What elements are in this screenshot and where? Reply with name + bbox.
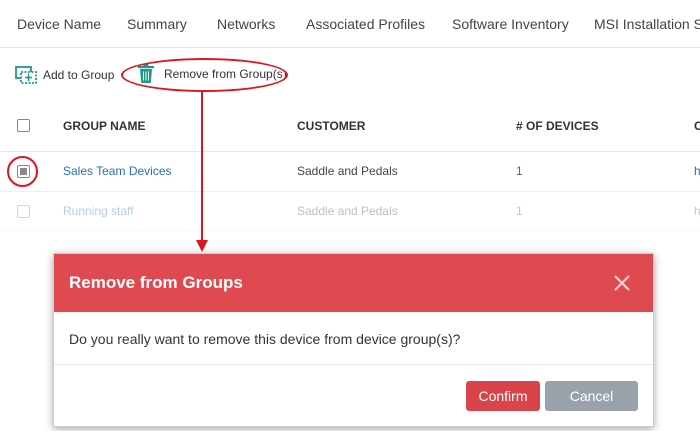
dialog-title: Remove from Groups bbox=[69, 273, 243, 292]
dialog-message: Do you really want to remove this device… bbox=[69, 331, 461, 347]
tab-msi-installation[interactable]: MSI Installation St bbox=[594, 16, 700, 32]
remove-from-groups-dialog: Remove from Groups Do you really want to… bbox=[53, 253, 654, 427]
add-group-icon bbox=[15, 66, 37, 84]
dialog-divider bbox=[54, 364, 653, 365]
trash-icon bbox=[138, 64, 154, 83]
add-to-group-button[interactable]: Add to Group bbox=[15, 64, 114, 86]
column-header-extra[interactable]: C bbox=[694, 119, 700, 133]
table-header: GROUP NAME CUSTOMER # OF DEVICES C bbox=[0, 100, 700, 152]
close-icon[interactable] bbox=[613, 274, 631, 292]
cancel-button[interactable]: Cancel bbox=[545, 381, 638, 411]
tab-bar: Device Name Summary Networks Associated … bbox=[0, 0, 700, 48]
table-row: Sales Team Devices Saddle and Pedals 1 h bbox=[0, 152, 700, 192]
tab-summary[interactable]: Summary bbox=[127, 16, 187, 32]
tab-networks[interactable]: Networks bbox=[217, 16, 275, 32]
select-all-checkbox[interactable] bbox=[17, 119, 30, 132]
dialog-header: Remove from Groups bbox=[54, 254, 653, 312]
extra-cell[interactable]: h bbox=[694, 164, 700, 178]
toolbar: Add to Group Remove from Group(s) bbox=[0, 48, 700, 100]
column-header-group-name[interactable]: GROUP NAME bbox=[63, 119, 145, 133]
group-name-link[interactable]: Running staff bbox=[63, 204, 134, 218]
column-header-customer[interactable]: CUSTOMER bbox=[297, 119, 365, 133]
group-name-link[interactable]: Sales Team Devices bbox=[63, 164, 172, 178]
row-checkbox[interactable] bbox=[17, 165, 30, 178]
annotation-arrow-head bbox=[196, 240, 208, 252]
annotation-arrow-line bbox=[201, 90, 203, 242]
remove-from-groups-label: Remove from Group(s) bbox=[164, 67, 287, 81]
column-header-devices[interactable]: # OF DEVICES bbox=[516, 119, 599, 133]
table-row: Running staff Saddle and Pedals 1 h bbox=[0, 192, 700, 232]
add-to-group-label: Add to Group bbox=[43, 68, 115, 82]
tab-software-inventory[interactable]: Software Inventory bbox=[452, 16, 569, 32]
row-checkbox[interactable] bbox=[17, 205, 30, 218]
tab-device-name[interactable]: Device Name bbox=[17, 16, 101, 32]
device-count-link[interactable]: 1 bbox=[516, 204, 523, 218]
remove-from-groups-button[interactable]: Remove from Group(s) bbox=[137, 64, 287, 84]
tab-associated-profiles[interactable]: Associated Profiles bbox=[306, 16, 425, 32]
customer-cell: Saddle and Pedals bbox=[297, 204, 398, 218]
customer-cell: Saddle and Pedals bbox=[297, 164, 398, 178]
extra-cell[interactable]: h bbox=[694, 204, 700, 218]
confirm-button[interactable]: Confirm bbox=[466, 381, 540, 411]
device-count-link[interactable]: 1 bbox=[516, 164, 523, 178]
